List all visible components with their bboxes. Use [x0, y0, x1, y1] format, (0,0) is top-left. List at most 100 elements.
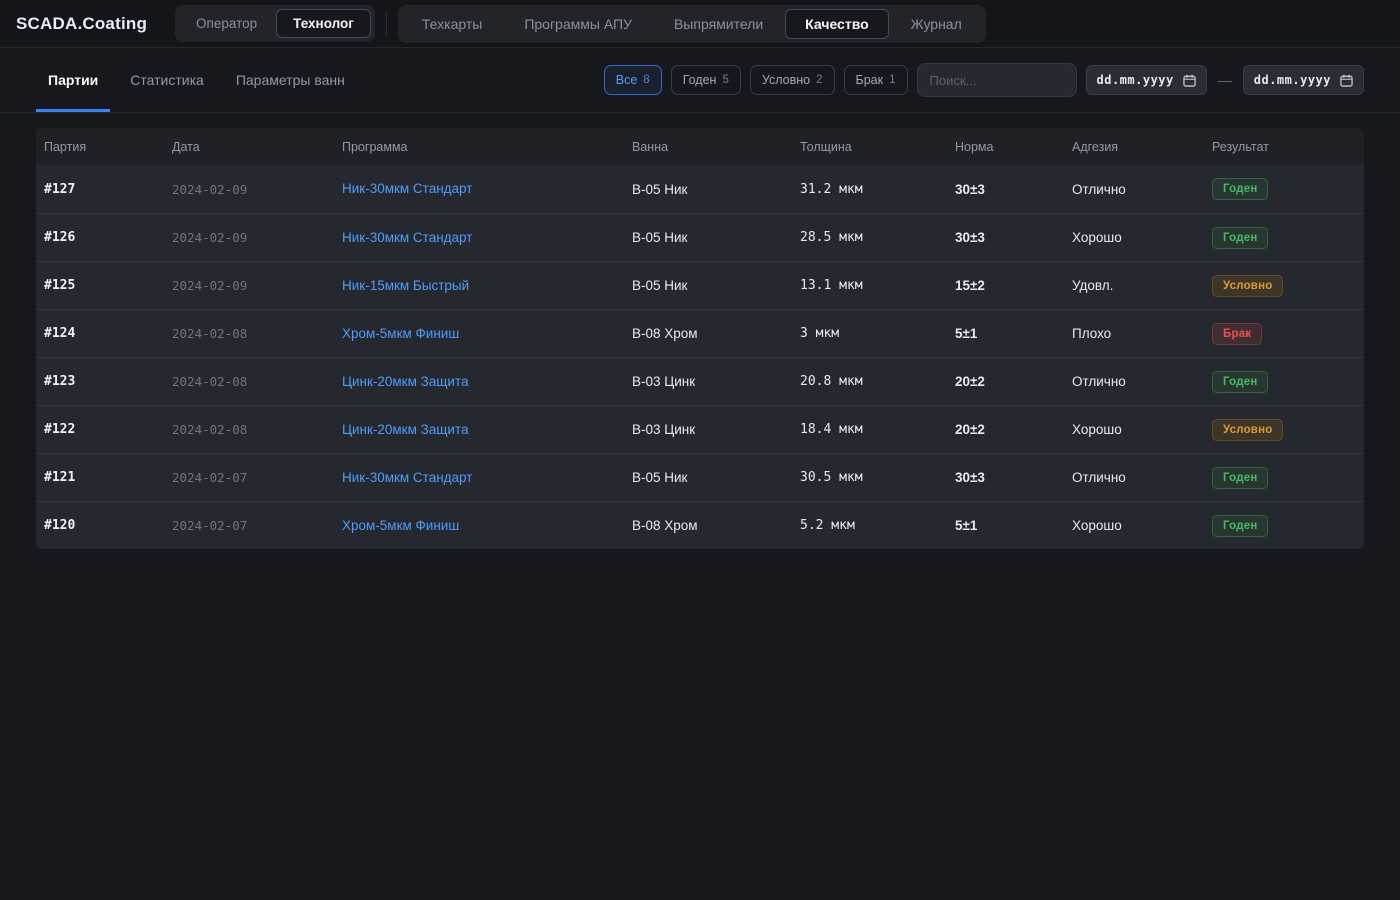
batch-date: 2024-02-08: [172, 374, 342, 389]
program-link[interactable]: Ник-30мкм Стандарт: [342, 470, 472, 485]
batch-date: 2024-02-07: [172, 518, 342, 533]
adhesion-value: Хорошо: [1072, 518, 1212, 533]
norm-value: 30±3: [955, 182, 1072, 197]
search-input[interactable]: [917, 63, 1077, 97]
toolbar: Партии Статистика Параметры ванн Все 8 Г…: [0, 48, 1400, 113]
thickness-value: 20.8 мкм: [800, 374, 955, 389]
tab-statistics[interactable]: Статистика: [118, 48, 216, 112]
table-row[interactable]: #120 2024-02-07 Хром-5мкм Финиш В-08 Хро…: [36, 501, 1364, 549]
result-badge: Годен: [1212, 467, 1268, 489]
thickness-value: 30.5 мкм: [800, 470, 955, 485]
col-bath: Ванна: [632, 140, 800, 154]
app-logo: SCADA.Coating: [16, 14, 147, 34]
bath-name: В-05 Ник: [632, 182, 800, 197]
bath-name: В-05 Ник: [632, 230, 800, 245]
adhesion-value: Отлично: [1072, 470, 1212, 485]
tab-bath-parameters[interactable]: Параметры ванн: [224, 48, 357, 112]
program-link[interactable]: Ник-15мкм Быстрый: [342, 278, 469, 293]
col-thickness: Толщина: [800, 140, 955, 154]
adhesion-value: Плохо: [1072, 326, 1212, 341]
table-row[interactable]: #121 2024-02-07 Ник-30мкм Стандарт В-05 …: [36, 453, 1364, 501]
nav-journal[interactable]: Журнал: [891, 9, 982, 39]
table-row[interactable]: #127 2024-02-09 Ник-30мкм Стандарт В-05 …: [36, 165, 1364, 213]
batch-id: #125: [44, 278, 172, 293]
bath-name: В-08 Хром: [632, 518, 800, 533]
norm-value: 15±2: [955, 278, 1072, 293]
thickness-value: 3 мкм: [800, 326, 955, 341]
filter-pass[interactable]: Годен 5: [671, 65, 741, 95]
thickness-value: 13.1 мкм: [800, 278, 955, 293]
batch-date: 2024-02-08: [172, 422, 342, 437]
program-link[interactable]: Ник-30мкм Стандарт: [342, 181, 472, 196]
table-header: Партия Дата Программа Ванна Толщина Норм…: [36, 128, 1364, 165]
date-to-value: dd.mm.yyyy: [1254, 73, 1331, 87]
bath-name: В-05 Ник: [632, 470, 800, 485]
nav-quality[interactable]: Качество: [785, 9, 889, 39]
program-link[interactable]: Ник-30мкм Стандарт: [342, 230, 472, 245]
batch-id: #127: [44, 182, 172, 197]
batch-id: #122: [44, 422, 172, 437]
adhesion-value: Отлично: [1072, 374, 1212, 389]
filter-reject[interactable]: Брак 1: [844, 65, 908, 95]
filter-conditional-count: 2: [816, 74, 822, 86]
thickness-value: 18.4 мкм: [800, 422, 955, 437]
date-to-input[interactable]: dd.mm.yyyy: [1243, 65, 1364, 95]
program-link[interactable]: Цинк-20мкм Защита: [342, 422, 468, 437]
norm-value: 20±2: [955, 422, 1072, 437]
date-from-input[interactable]: dd.mm.yyyy: [1086, 65, 1207, 95]
batch-id: #124: [44, 326, 172, 341]
program-link[interactable]: Хром-5мкм Финиш: [342, 518, 459, 533]
role-technologist-button[interactable]: Технолог: [276, 9, 371, 38]
table-row[interactable]: #125 2024-02-09 Ник-15мкм Быстрый В-05 Н…: [36, 261, 1364, 309]
bath-name: В-08 Хром: [632, 326, 800, 341]
bath-name: В-05 Ник: [632, 278, 800, 293]
role-operator-button[interactable]: Оператор: [179, 9, 274, 38]
nav-rectifiers[interactable]: Выпрямители: [654, 9, 783, 39]
batch-date: 2024-02-07: [172, 470, 342, 485]
filter-reject-label: Брак: [856, 73, 884, 87]
role-switch: Оператор Технолог: [175, 5, 375, 42]
topbar: SCADA.Coating Оператор Технолог Техкарты…: [0, 0, 1400, 48]
batch-date: 2024-02-09: [172, 230, 342, 245]
col-result: Результат: [1212, 140, 1356, 154]
col-batch: Партия: [44, 140, 172, 154]
date-from-value: dd.mm.yyyy: [1097, 73, 1174, 87]
result-badge: Годен: [1212, 371, 1268, 393]
norm-value: 5±1: [955, 326, 1072, 341]
filter-conditional[interactable]: Условно 2: [750, 65, 835, 95]
result-badge: Условно: [1212, 275, 1283, 297]
bath-name: В-03 Цинк: [632, 422, 800, 437]
tab-batches[interactable]: Партии: [36, 48, 110, 112]
topbar-divider: [386, 11, 387, 37]
result-badge: Брак: [1212, 323, 1262, 345]
table-row[interactable]: #126 2024-02-09 Ник-30мкм Стандарт В-05 …: [36, 213, 1364, 261]
filter-controls: Все 8 Годен 5 Условно 2 Брак 1 dd.mm.yyy…: [604, 48, 1364, 112]
table-row[interactable]: #122 2024-02-08 Цинк-20мкм Защита В-03 Ц…: [36, 405, 1364, 453]
adhesion-value: Отлично: [1072, 182, 1212, 197]
norm-value: 20±2: [955, 374, 1072, 389]
result-badge: Условно: [1212, 419, 1283, 441]
nav-apu-programs[interactable]: Программы АПУ: [504, 9, 652, 39]
batch-id: #120: [44, 518, 172, 533]
nav-techcards[interactable]: Техкарты: [402, 9, 502, 39]
adhesion-value: Удовл.: [1072, 278, 1212, 293]
result-badge: Годен: [1212, 515, 1268, 537]
table-row[interactable]: #124 2024-02-08 Хром-5мкм Финиш В-08 Хро…: [36, 309, 1364, 357]
batch-id: #123: [44, 374, 172, 389]
content: Партия Дата Программа Ванна Толщина Норм…: [0, 128, 1400, 549]
program-link[interactable]: Цинк-20мкм Защита: [342, 374, 468, 389]
col-adhesion: Адгезия: [1072, 140, 1212, 154]
filter-all-label: Все: [616, 73, 638, 87]
program-link[interactable]: Хром-5мкм Финиш: [342, 326, 459, 341]
result-badge: Годен: [1212, 178, 1268, 200]
table-row[interactable]: #123 2024-02-08 Цинк-20мкм Защита В-03 Ц…: [36, 357, 1364, 405]
date-range-separator: —: [1216, 72, 1234, 88]
thickness-value: 28.5 мкм: [800, 230, 955, 245]
batch-date: 2024-02-08: [172, 326, 342, 341]
norm-value: 30±3: [955, 230, 1072, 245]
main-nav: Техкарты Программы АПУ Выпрямители Качес…: [398, 5, 986, 43]
norm-value: 5±1: [955, 518, 1072, 533]
filter-pass-label: Годен: [683, 73, 717, 87]
filter-all[interactable]: Все 8: [604, 65, 662, 95]
batch-date: 2024-02-09: [172, 182, 342, 197]
